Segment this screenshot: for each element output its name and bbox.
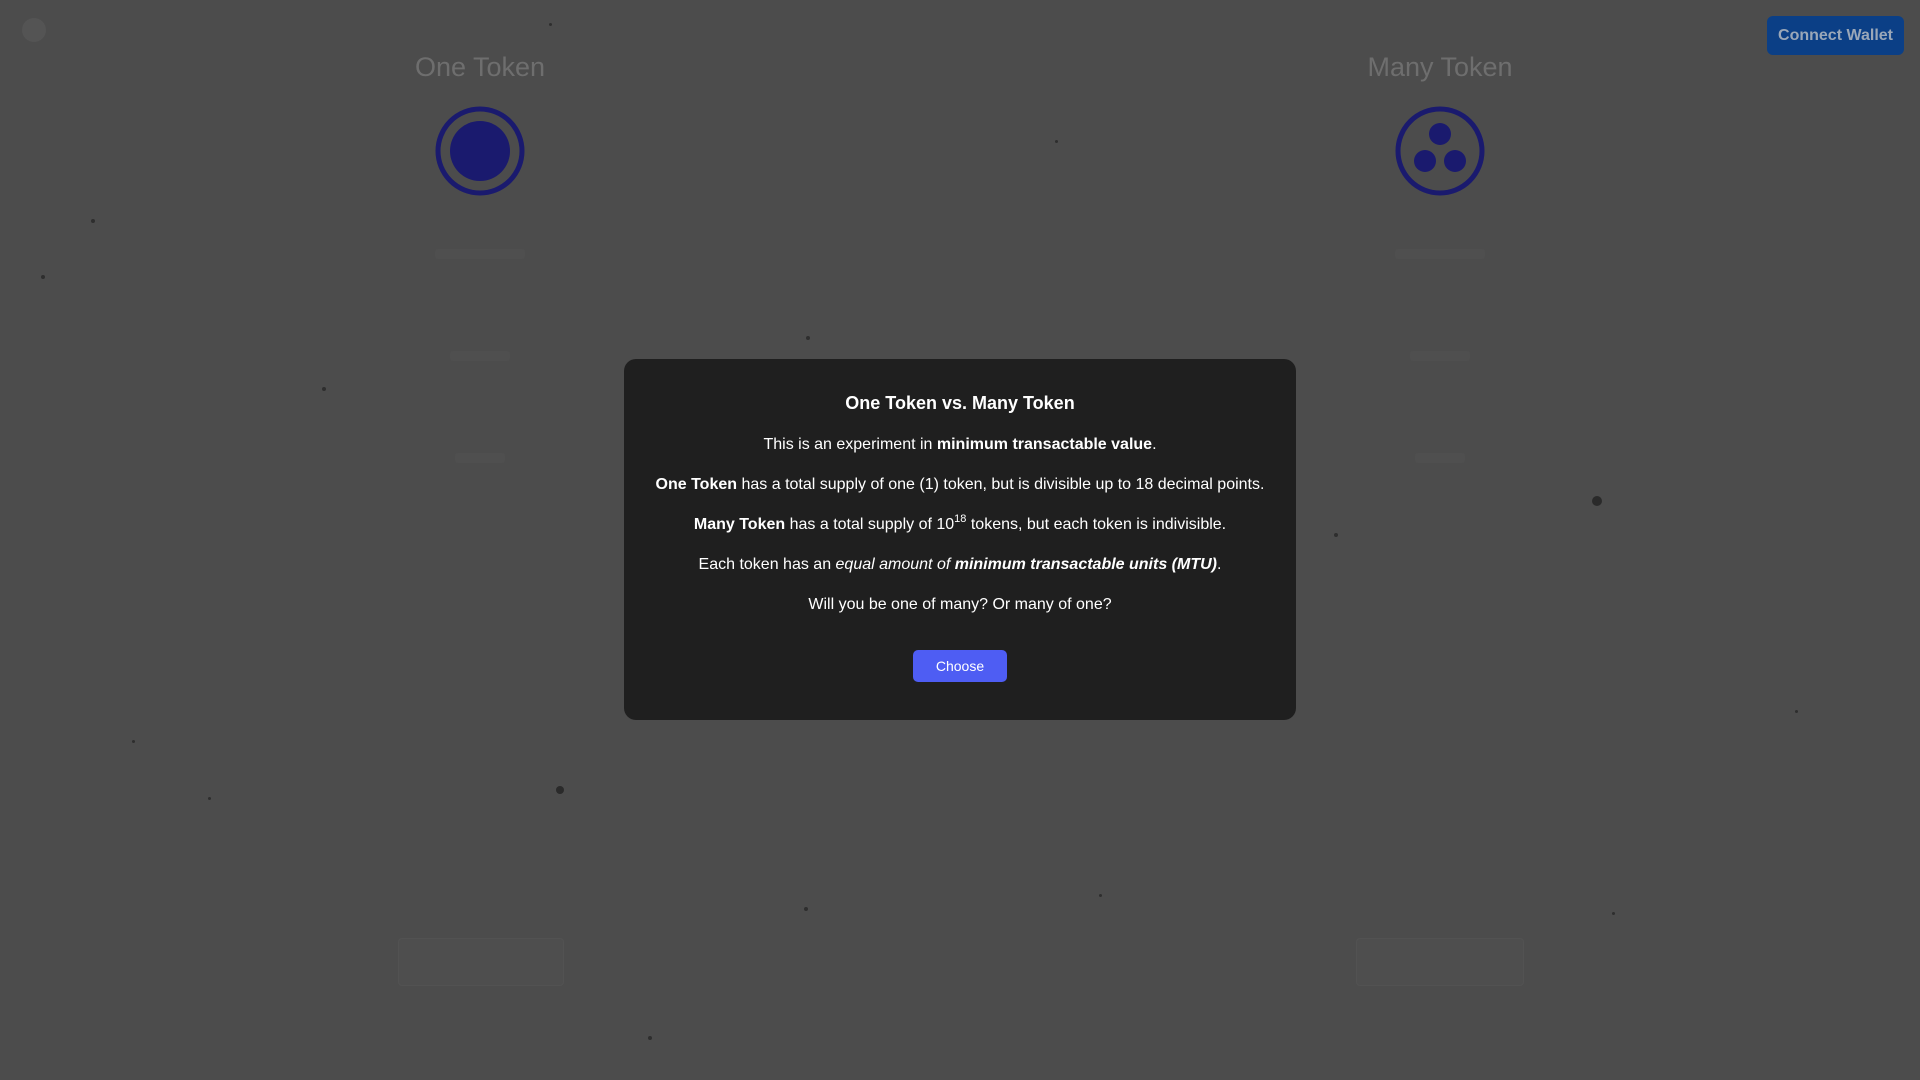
one-token-action-button[interactable]: [398, 938, 564, 986]
background-dot: [806, 336, 810, 340]
mtu-description: Each token has an equal amount of minimu…: [624, 556, 1296, 574]
many-token-title: Many Token: [1367, 52, 1513, 82]
exponent: 18: [954, 513, 967, 525]
modal-title: One Token vs. Many Token: [845, 393, 1075, 413]
placeholder-line: [455, 453, 505, 463]
three-coins-icon[interactable]: [1394, 105, 1486, 197]
app-logo[interactable]: [22, 18, 46, 42]
many-token-action-button[interactable]: [1356, 938, 1524, 986]
background-dot: [208, 797, 211, 800]
background-dot: [648, 1036, 652, 1040]
placeholder-line: [450, 351, 510, 361]
intro-text-strong: minimum transactable value: [936, 436, 1153, 453]
background-dot: [804, 907, 808, 911]
mtu-text-prefix: Each token has an: [698, 556, 836, 573]
intro-modal: One Token vs. Many Token This is an expe…: [624, 359, 1296, 720]
background-dot: [1099, 894, 1102, 897]
many-token-name: Many Token: [693, 516, 786, 533]
intro-text-suffix: .: [1152, 436, 1157, 453]
background-dot: [91, 219, 95, 223]
one-token-title: One Token: [414, 52, 546, 82]
modal-intro-text: This is an experiment in minimum transac…: [624, 436, 1296, 454]
background-dot: [556, 786, 564, 794]
app-page: Connect Wallet One Token Many Token One …: [0, 0, 1920, 1080]
background-dot: [1334, 533, 1338, 537]
modal-question: Will you be one of many? Or many of one?: [808, 596, 1112, 613]
mtu-text-suffix: .: [1216, 556, 1222, 573]
single-coin-icon[interactable]: [434, 105, 526, 197]
placeholder-line: [1395, 249, 1485, 259]
many-token-description-suffix: tokens, but each token is indivisible.: [966, 516, 1227, 533]
many-token-description-text: has a total supply of 10: [785, 516, 955, 533]
one-token-name: One Token: [655, 476, 738, 493]
mtu-text-em: equal amount of: [835, 556, 955, 573]
background-dot: [41, 275, 45, 279]
choose-button[interactable]: Choose: [913, 650, 1007, 682]
background-dot: [1612, 912, 1615, 915]
background-dot: [1592, 496, 1602, 506]
background-dot: [1795, 710, 1798, 713]
background-dot: [132, 740, 135, 743]
placeholder-line: [1415, 453, 1465, 463]
background-dot: [549, 23, 552, 26]
many-token-panel: Many Token: [1240, 48, 1640, 463]
intro-text-prefix: This is an experiment in: [763, 436, 937, 453]
one-token-description: One Token has a total supply of one (1) …: [624, 476, 1296, 494]
placeholder-line: [1410, 351, 1470, 361]
background-dot: [1055, 140, 1058, 143]
mtu-text-strong: minimum transactable units (MTU): [954, 556, 1217, 573]
many-token-description: Many Token has a total supply of 1018 to…: [624, 513, 1296, 534]
one-token-description-text: has a total supply of one (1) token, but…: [737, 476, 1265, 493]
placeholder-line: [435, 249, 525, 259]
one-token-panel: One Token: [280, 48, 680, 463]
connect-wallet-button[interactable]: Connect Wallet: [1767, 16, 1904, 55]
